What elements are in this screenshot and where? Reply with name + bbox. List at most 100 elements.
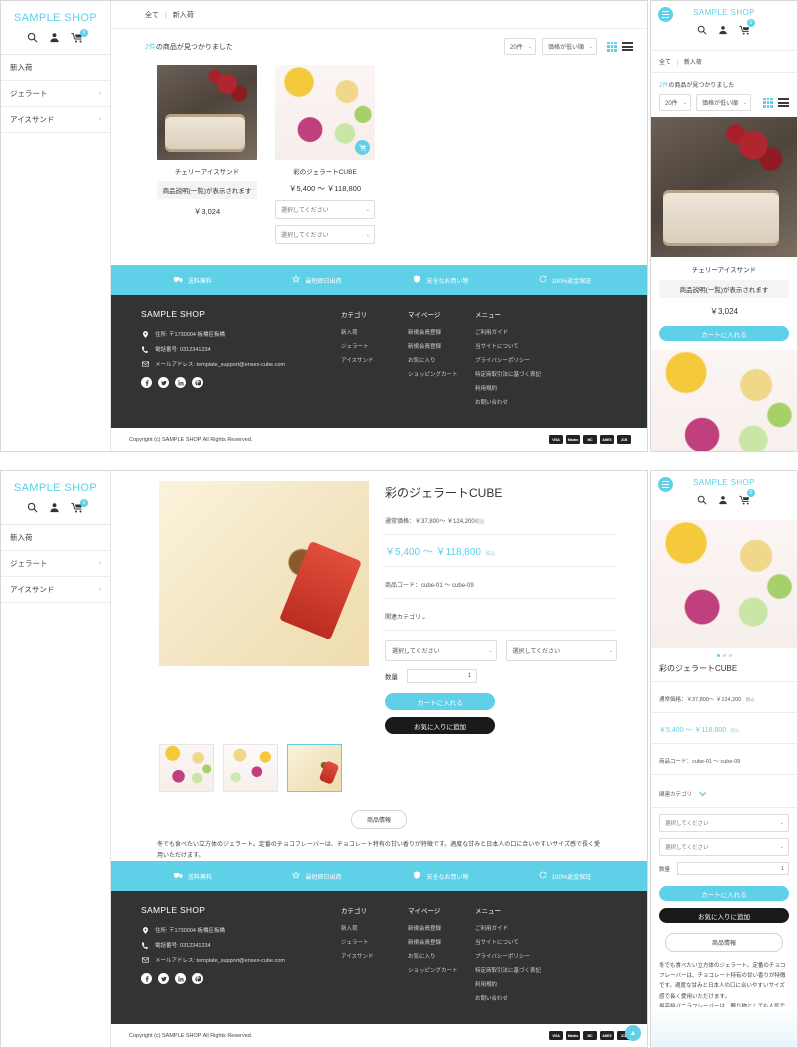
add-to-cart-button[interactable]: カートに入れる [385, 693, 495, 710]
footer-link[interactable]: プライバシーポリシー [475, 356, 565, 364]
breadcrumb-all[interactable]: 全て [145, 12, 159, 19]
footer-link[interactable]: 新規会員登録 [408, 328, 475, 336]
list-view-icon[interactable] [622, 42, 633, 51]
main-product-image[interactable] [159, 481, 369, 666]
list-view-icon[interactable] [778, 98, 789, 107]
sidebar-item-icesand[interactable]: アイスサンド › [1, 577, 110, 603]
sort-select[interactable]: 価格が低い順 ⌄ [696, 94, 752, 111]
brand-logo[interactable]: SAMPLE SHOP [1, 471, 110, 502]
footer-link[interactable]: ジェラート [341, 938, 408, 946]
twitter-icon[interactable] [158, 973, 169, 984]
user-icon[interactable] [49, 32, 60, 43]
product-card[interactable]: 彩のジェラートCUBE ￥5,400 ～ ￥118,800 選択してください ⌄… [275, 65, 375, 244]
footer-link[interactable]: 特定商取引法に基づく表記 [475, 966, 565, 974]
mobile-option-select-2[interactable]: 選択してください ⌄ [659, 838, 789, 856]
product-option-select-2[interactable]: 選択してください ⌄ [275, 225, 375, 244]
option-select-1[interactable]: 選択してください ⌄ [385, 640, 497, 661]
related-category-row[interactable]: 関連カテゴリ⌄ [385, 606, 617, 631]
footer-link[interactable]: 新規会員登録 [408, 924, 475, 932]
mobile-add-to-cart-button[interactable]: カートに入れる [659, 886, 789, 901]
dot-active[interactable] [716, 654, 720, 657]
footer-link[interactable]: 利用規約 [475, 980, 565, 988]
footer-link[interactable]: 新入荷 [341, 328, 408, 336]
footer-link[interactable]: 新入荷 [341, 924, 408, 932]
product-card[interactable]: チェリーアイスサンド 商品説明(一覧)が表示されます ￥3,024 [157, 65, 257, 244]
dot[interactable] [722, 654, 726, 657]
add-to-cart-icon[interactable] [355, 140, 370, 155]
search-icon[interactable] [697, 492, 707, 510]
amex-icon: AMEX [600, 1031, 614, 1040]
mobile-main-product-image[interactable] [651, 520, 797, 648]
footer-link[interactable]: 新規会員登録 [408, 938, 475, 946]
facebook-icon[interactable] [141, 973, 152, 984]
linkedin-icon[interactable] [175, 973, 186, 984]
quantity-input[interactable]: 1 [677, 862, 789, 875]
footer-link[interactable]: お問い合わせ [475, 994, 565, 1002]
sidebar-item-new[interactable]: 新入荷 [1, 55, 110, 81]
footer-link[interactable]: ショッピングカート [408, 966, 475, 974]
thumbnail[interactable] [159, 744, 214, 792]
footer-link[interactable]: プライバシーポリシー [475, 952, 565, 960]
footer-link[interactable]: 新規会員登録 [408, 342, 475, 350]
footer-link[interactable]: アイスサンド [341, 356, 408, 364]
linkedin-icon[interactable] [175, 377, 186, 388]
footer-link[interactable]: ご利用ガイド [475, 328, 565, 336]
grid-view-icon[interactable] [607, 41, 617, 52]
pinterest-icon[interactable] [192, 973, 203, 984]
scroll-to-top-button[interactable]: ▲ [625, 1025, 641, 1041]
footer-link[interactable]: 特定商取引法に基づく表記 [475, 370, 565, 378]
mobile-option-select-1[interactable]: 選択してください ⌄ [659, 814, 789, 832]
search-icon[interactable] [27, 32, 38, 43]
mobile-related-category-row[interactable]: 関連カテゴリ ⌄ [651, 774, 797, 808]
sidebar-item-gelato[interactable]: ジェラート › [1, 551, 110, 577]
option-select-2[interactable]: 選択してください ⌄ [505, 640, 617, 661]
mobile-add-to-cart-button[interactable]: カートに入れる [659, 326, 789, 341]
footer-link[interactable]: 当サイトについて [475, 342, 565, 350]
search-icon[interactable] [27, 502, 38, 513]
product-image[interactable] [275, 65, 375, 160]
quantity-input[interactable]: 1 [407, 669, 477, 683]
mobile-product-info-tab[interactable]: 商品情報 [665, 933, 783, 952]
product-image[interactable] [157, 65, 257, 160]
footer-link[interactable]: 利用規約 [475, 384, 565, 392]
brand-logo[interactable]: SAMPLE SHOP [1, 1, 110, 32]
footer-link[interactable]: 当サイトについて [475, 938, 565, 946]
cart-icon[interactable]: 0 [739, 489, 755, 510]
footer-link[interactable]: ご利用ガイド [475, 924, 565, 932]
facebook-icon[interactable] [141, 377, 152, 388]
footer-link[interactable]: ジェラート [341, 342, 408, 350]
mobile-product-image-2[interactable] [651, 350, 797, 451]
grid-view-icon[interactable] [763, 97, 773, 108]
dot[interactable] [728, 654, 732, 657]
footer-link[interactable]: アイスサンド [341, 952, 408, 960]
footer-link[interactable]: お気に入り [408, 952, 475, 960]
mobile-product-image[interactable] [651, 117, 797, 257]
user-icon[interactable] [718, 22, 728, 40]
hamburger-menu-icon[interactable] [658, 7, 673, 22]
sort-select[interactable]: 価格が低い順 ⌄ [541, 38, 597, 55]
product-info-tab[interactable]: 商品情報 [350, 810, 407, 829]
per-page-select[interactable]: 20件 ⌄ [659, 94, 691, 111]
cart-icon[interactable]: 0 [71, 29, 88, 43]
add-to-favorites-button[interactable]: お気に入りに追加 [385, 717, 495, 734]
thumbnail-selected[interactable] [287, 744, 342, 792]
footer-link[interactable]: ショッピングカート [408, 370, 475, 378]
hamburger-menu-icon[interactable] [658, 477, 673, 492]
product-option-select-1[interactable]: 選択してください ⌄ [275, 200, 375, 219]
mobile-add-to-favorites-button[interactable]: お気に入りに追加 [659, 908, 789, 923]
user-icon[interactable] [718, 492, 728, 510]
cart-icon[interactable]: 0 [739, 19, 755, 40]
sidebar-item-new[interactable]: 新入荷 [1, 525, 110, 551]
user-icon[interactable] [49, 502, 60, 513]
pinterest-icon[interactable] [192, 377, 203, 388]
sidebar-item-icesand[interactable]: アイスサンド › [1, 107, 110, 133]
twitter-icon[interactable] [158, 377, 169, 388]
sidebar-item-gelato[interactable]: ジェラート › [1, 81, 110, 107]
per-page-select[interactable]: 20件 ⌄ [503, 38, 536, 55]
cart-icon[interactable]: 0 [71, 499, 88, 513]
footer-link[interactable]: お問い合わせ [475, 398, 565, 406]
search-icon[interactable] [697, 22, 707, 40]
breadcrumb-all[interactable]: 全て [659, 60, 671, 66]
thumbnail[interactable] [223, 744, 278, 792]
footer-link[interactable]: お気に入り [408, 356, 475, 364]
